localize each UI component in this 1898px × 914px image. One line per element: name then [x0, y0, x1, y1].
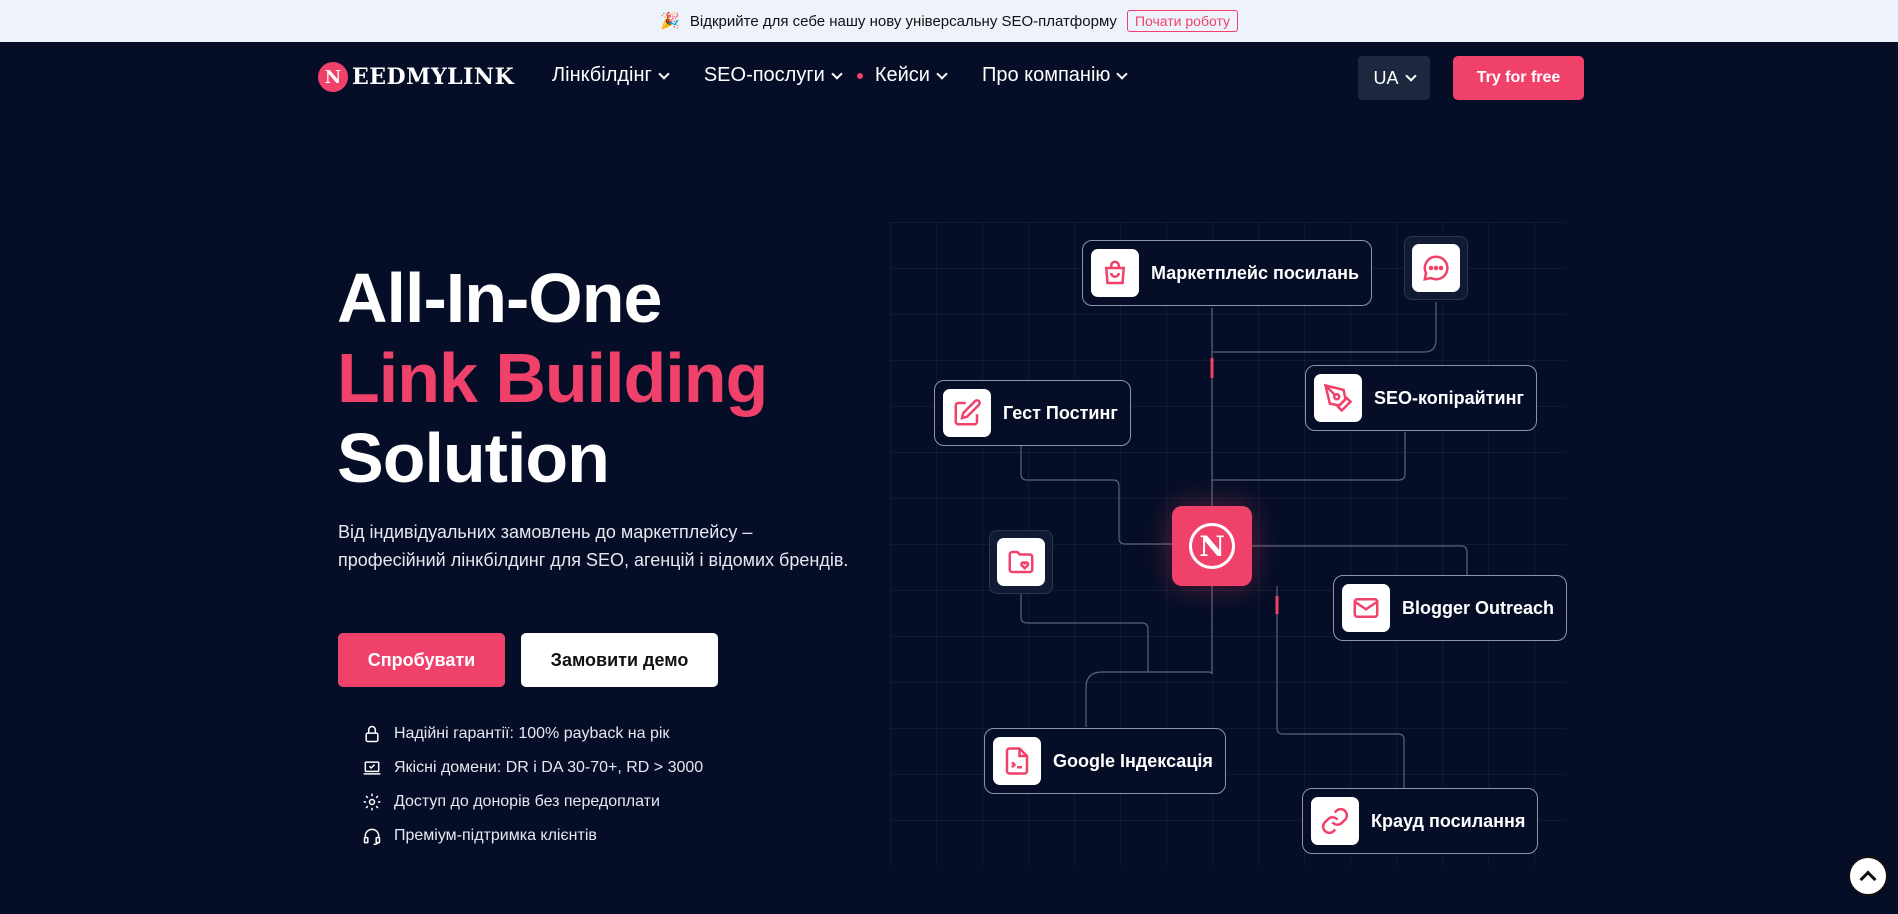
nav-cases[interactable]: Кейси: [856, 64, 948, 87]
laptop-check-icon: [363, 761, 381, 775]
banner-start-button[interactable]: Почати роботу: [1126, 10, 1239, 32]
chevron-up-icon: [1859, 870, 1877, 888]
feature-item: Доступ до донорів без передоплати: [362, 785, 703, 819]
node-crowd-links[interactable]: Крауд посилання: [1302, 788, 1539, 854]
nav-label: Кейси: [874, 64, 930, 86]
shopping-bag-icon: [1091, 249, 1139, 297]
language-value: UA: [1373, 67, 1399, 88]
node-google-indexing[interactable]: Google Індексація: [984, 728, 1226, 794]
hero-title: All-In-One Link Building Solution: [337, 258, 768, 498]
feature-item: Якісні домени: DR і DA 30-70+, RD > 3000: [362, 751, 703, 785]
node-chat[interactable]: [1404, 236, 1468, 300]
logo-text: EEDMYLINK: [352, 64, 515, 90]
site-header: N EEDMYLINK Лінкбілдінг SEO-послуги Кейс…: [0, 42, 1898, 114]
node-label: Blogger Outreach: [1402, 597, 1555, 618]
try-button[interactable]: Спробувати: [338, 633, 505, 687]
needmylink-hub: N: [1172, 506, 1252, 586]
node-label: Крауд посилання: [1371, 810, 1526, 831]
party-icon: 🎉: [659, 13, 680, 30]
nav-linkbuilding[interactable]: Лінкбілдінг: [552, 64, 670, 87]
node-guest-posting[interactable]: Гест Постинг: [934, 380, 1131, 446]
hero-title-line1: All-In-One: [337, 259, 662, 337]
node-blogger-outreach[interactable]: Blogger Outreach: [1333, 575, 1568, 641]
chevron-down-icon: [658, 67, 670, 80]
node-seo-copywriting[interactable]: SEO-копірайтинг: [1305, 365, 1537, 431]
new-dot-icon: [856, 72, 863, 79]
chat-bubble-icon: [1412, 244, 1460, 292]
file-terminal-icon: [993, 737, 1041, 785]
nav-label: SEO-послуги: [703, 64, 825, 86]
node-marketplace[interactable]: Маркетплейс посилань: [1082, 240, 1373, 306]
edit-icon: [943, 389, 991, 437]
banner-text: Відкрийте для себе нашу нову універсальн…: [689, 12, 1117, 30]
feature-text: Преміум-підтримка клієнтів: [394, 827, 597, 844]
feature-list: Надійні гарантії: 100% payback на рік Як…: [362, 717, 703, 853]
chevron-down-icon: [936, 67, 948, 80]
hub-logo: N: [1189, 523, 1235, 569]
feature-item: Надійні гарантії: 100% payback на рік: [362, 717, 703, 751]
mail-icon: [1342, 584, 1390, 632]
node-label: Маркетплейс посилань: [1151, 262, 1360, 283]
node-label: Google Індексація: [1053, 750, 1213, 771]
feature-text: Надійні гарантії: 100% payback на рік: [394, 725, 670, 742]
nav-seo-services[interactable]: SEO-послуги: [703, 64, 843, 87]
link-icon: [1311, 797, 1359, 845]
logo-badge: N: [318, 62, 348, 92]
node-folder[interactable]: [989, 530, 1053, 594]
lock-icon: [365, 725, 379, 743]
main-nav: Лінкбілдінг SEO-послуги Кейси Про компан…: [552, 64, 1162, 87]
feature-item: Преміум-підтримка клієнтів: [362, 819, 703, 853]
folder-heart-icon: [997, 538, 1045, 586]
gear-icon: [363, 793, 381, 811]
try-free-button[interactable]: Try for free: [1453, 56, 1584, 100]
scroll-to-top-button[interactable]: [1848, 856, 1888, 896]
hero-title-line3: Solution: [337, 419, 610, 497]
chevron-down-icon: [1404, 70, 1417, 82]
chevron-down-icon: [831, 67, 843, 80]
language-select[interactable]: UA: [1358, 56, 1430, 100]
services-diagram: N Маркетплейс посилань Гест Постинг SEO-…: [890, 222, 1568, 866]
node-label: SEO-копірайтинг: [1374, 387, 1524, 408]
hero-title-line2: Link Building: [337, 339, 768, 417]
nav-label: Лінкбілдінг: [552, 64, 652, 86]
logo[interactable]: N EEDMYLINK: [318, 62, 514, 92]
headset-icon: [363, 828, 381, 846]
nav-label: Про компанію: [981, 64, 1111, 86]
feature-text: Доступ до донорів без передоплати: [394, 793, 660, 810]
feature-text: Якісні домени: DR і DA 30-70+, RD > 3000: [394, 759, 704, 776]
hero-subtitle: Від індивідуальних замовлень до маркетпл…: [338, 522, 849, 570]
demo-button[interactable]: Замовити демо: [521, 633, 718, 687]
chevron-down-icon: [1116, 67, 1129, 80]
node-label: Гест Постинг: [1003, 402, 1118, 423]
nav-about[interactable]: Про компанію: [981, 64, 1129, 87]
promo-banner: 🎉 Відкрийте для себе нашу нову універсал…: [0, 0, 1898, 42]
pen-nib-icon: [1314, 374, 1362, 422]
